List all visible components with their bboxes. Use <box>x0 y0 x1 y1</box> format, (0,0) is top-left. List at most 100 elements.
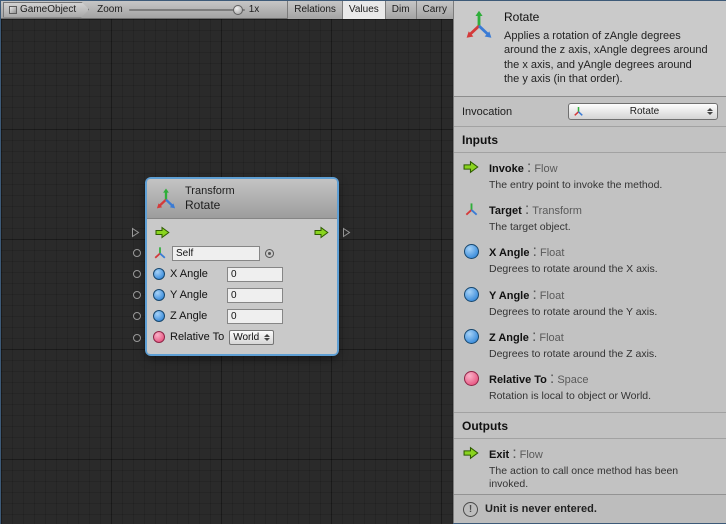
node-body: Self X Angle Y Angle Z Angle Relativ <box>147 219 337 354</box>
entry-name: Relative To <box>489 374 547 386</box>
entry-name: Invoke <box>489 163 524 175</box>
xangle-float-port-icon[interactable] <box>153 268 165 280</box>
flow-arrow-icon <box>462 159 480 174</box>
entry-type: Flow <box>534 163 557 175</box>
node-input-flow-connector[interactable] <box>131 227 140 238</box>
zoom-slider[interactable] <box>129 9 245 11</box>
breadcrumb-gameobject[interactable]: GameObject <box>3 2 89 18</box>
entry-description: Degrees to rotate around the Y axis. <box>489 306 657 319</box>
float-port-icon <box>462 286 480 302</box>
graph-toolbar: GameObject Zoom 1x Relations Values Dim … <box>1 1 453 19</box>
invocation-dropdown-value: Rotate <box>588 106 701 117</box>
carry-button[interactable]: Carry <box>416 1 453 19</box>
entry-type: Space <box>557 374 588 386</box>
dropdown-arrows-icon <box>707 108 713 115</box>
input-entry-xangle: X Angle:Float Degrees to rotate around t… <box>454 237 726 279</box>
zoom-label: Zoom <box>97 4 123 15</box>
exit-flow-arrow-icon[interactable] <box>314 226 329 239</box>
entry-description: The entry point to invoke the method. <box>489 179 662 192</box>
entry-description: The target object. <box>489 221 582 234</box>
yangle-float-port-icon[interactable] <box>153 289 165 301</box>
node-title: Transform <box>185 185 235 198</box>
entry-type: Flow <box>520 449 543 461</box>
warning-bar: ! Unit is never entered. <box>454 494 726 523</box>
entry-type: Float <box>540 247 564 259</box>
enum-port-icon <box>462 370 480 386</box>
zangle-float-port-icon[interactable] <box>153 310 165 322</box>
entry-name: Z Angle <box>489 332 529 344</box>
node-input-yangle-connector[interactable] <box>133 291 141 299</box>
inputs-heading: Inputs <box>454 127 726 153</box>
inspector-title: Rotate <box>504 10 709 24</box>
input-entry-yangle: Y Angle:Float Degrees to rotate around t… <box>454 280 726 322</box>
node-input-zangle-connector[interactable] <box>133 312 141 320</box>
breadcrumb-label: GameObject <box>20 4 76 15</box>
relativeto-enum-port-icon[interactable] <box>153 331 165 343</box>
node-xangle-row: X Angle <box>153 265 331 283</box>
entry-description: Degrees to rotate around the Z axis. <box>489 348 657 361</box>
relations-button[interactable]: Relations <box>287 1 342 19</box>
entry-description: Rotation is local to object or World. <box>489 390 651 403</box>
node-yangle-row: Y Angle <box>153 286 331 304</box>
transform-icon <box>155 188 177 210</box>
entry-description: Degrees to rotate around the X axis. <box>489 263 658 276</box>
entry-type: Transform <box>532 205 582 217</box>
toolbar-button-group: Relations Values Dim Carry <box>287 1 453 19</box>
unit-inspector-panel: Rotate Applies a rotation of zAngle degr… <box>453 1 726 523</box>
graph-canvas[interactable]: Transform Rotate <box>1 19 453 524</box>
warning-icon: ! <box>463 502 478 517</box>
invocation-unit-icon <box>573 106 584 117</box>
inspector-description: Applies a rotation of zAngle degrees aro… <box>504 29 709 86</box>
xangle-label: X Angle <box>170 268 222 280</box>
transform-icon-large <box>464 10 494 86</box>
object-picker-icon[interactable] <box>265 249 274 258</box>
dropdown-arrows-icon <box>264 334 270 341</box>
yangle-label: Y Angle <box>170 289 222 301</box>
node-input-xangle-connector[interactable] <box>133 270 141 278</box>
entry-description: The action to call once method has been … <box>489 465 704 491</box>
entry-name: Y Angle <box>489 290 529 302</box>
node-flow-row <box>153 223 331 241</box>
float-port-icon <box>462 243 480 259</box>
invocation-label: Invocation <box>462 106 512 118</box>
transform-mini-icon[interactable] <box>153 246 167 260</box>
node-input-relativeto-connector[interactable] <box>133 334 141 342</box>
node-zangle-row: Z Angle <box>153 307 331 325</box>
node-output-flow-connector[interactable] <box>342 227 351 238</box>
warning-text: Unit is never entered. <box>485 503 597 515</box>
entry-type: Float <box>539 332 563 344</box>
input-entry-target: Target:Transform The target object. <box>454 195 726 237</box>
xangle-input[interactable] <box>227 267 283 282</box>
flow-arrow-icon <box>462 445 480 460</box>
rotate-unit-node[interactable]: Transform Rotate <box>147 179 337 354</box>
node-input-target-connector[interactable] <box>133 249 141 257</box>
dim-button[interactable]: Dim <box>385 1 416 19</box>
zoom-slider-knob[interactable] <box>233 5 243 15</box>
yangle-input[interactable] <box>227 288 283 303</box>
node-subtitle: Rotate <box>185 198 235 212</box>
entry-type: Float <box>540 290 564 302</box>
zoom-value: 1x <box>249 4 260 15</box>
input-entry-invoke: Invoke:Flow The entry point to invoke th… <box>454 153 726 195</box>
target-self-field[interactable]: Self <box>172 246 260 261</box>
zangle-label: Z Angle <box>170 310 222 322</box>
values-button[interactable]: Values <box>342 1 385 19</box>
outputs-heading: Outputs <box>454 412 726 439</box>
relativeto-label: Relative To <box>170 331 224 343</box>
invoke-flow-arrow-icon[interactable] <box>155 226 170 239</box>
entry-name: X Angle <box>489 247 530 259</box>
input-entry-relativeto: Relative To:Space Rotation is local to o… <box>454 364 726 406</box>
zangle-input[interactable] <box>227 309 283 324</box>
node-header[interactable]: Transform Rotate <box>147 179 337 219</box>
inspector-header-text: Rotate Applies a rotation of zAngle degr… <box>504 10 709 86</box>
transform-icon <box>462 201 480 217</box>
invocation-dropdown[interactable]: Rotate <box>568 103 718 120</box>
relativeto-dropdown-value: World <box>233 332 259 343</box>
entry-name: Target <box>489 205 522 217</box>
node-relativeto-row: Relative To World <box>153 328 331 346</box>
entry-name: Exit <box>489 449 509 461</box>
float-port-icon <box>462 328 480 344</box>
gameobject-cube-icon <box>9 6 17 14</box>
node-target-row: Self <box>153 244 331 262</box>
relativeto-dropdown[interactable]: World <box>229 330 274 345</box>
